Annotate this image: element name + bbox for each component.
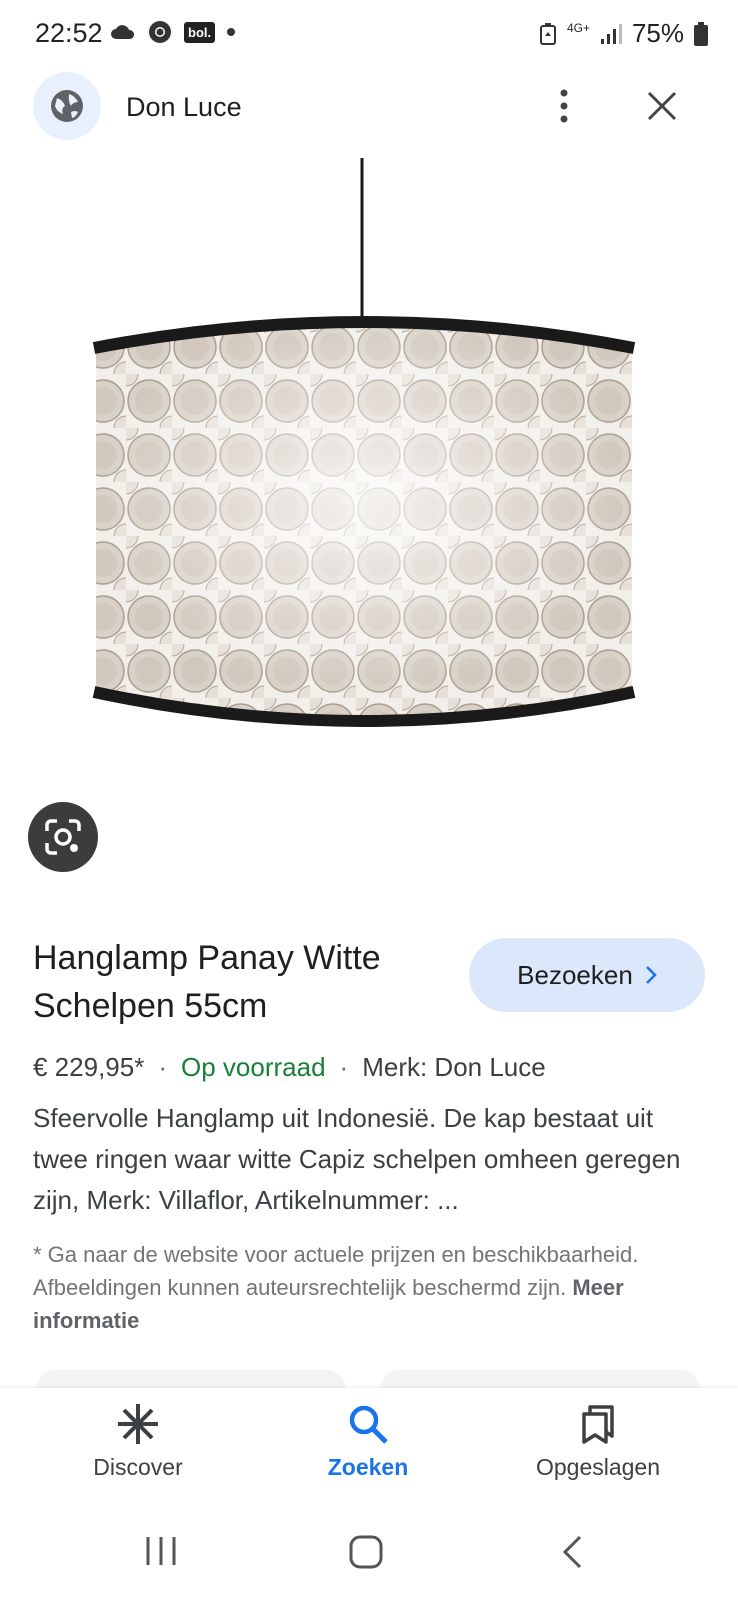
home-button[interactable]: [348, 1534, 384, 1570]
disclaimer-text: * Ga naar de website voor actuele prijze…: [33, 1242, 639, 1300]
product-meta: € 229,95* · Op voorraad · Merk: Don Luce: [33, 1052, 546, 1083]
chrome-icon: [149, 21, 171, 43]
stock-status: Op voorraad: [181, 1052, 326, 1082]
product-description: Sfeervolle Hanglamp uit Indonesië. De ka…: [33, 1103, 681, 1215]
network-type: 4G+: [566, 21, 590, 35]
status-right: 4G+ 75%: [539, 18, 708, 49]
nav-search[interactable]: Zoeken: [268, 1402, 468, 1481]
product-image[interactable]: [80, 158, 660, 738]
lens-icon: [45, 819, 81, 855]
battery-icon: [694, 21, 708, 46]
status-bar: 22:52 bol. 4G+ 75%: [0, 0, 738, 70]
nav-saved[interactable]: Opgeslagen: [498, 1402, 698, 1481]
nav-label: Zoeken: [327, 1454, 409, 1480]
chevron-right-icon: [645, 966, 657, 984]
bol-icon: bol.: [184, 21, 216, 43]
close-icon: [647, 91, 677, 121]
bottom-nav: Discover Zoeken Opgeslagen: [0, 1388, 738, 1506]
header: Don Luce: [0, 72, 738, 144]
separator-dot: ·: [158, 1052, 167, 1082]
lens-button[interactable]: [28, 802, 98, 872]
visit-button-label: Bezoeken: [517, 959, 633, 990]
more-vert-icon: [560, 89, 568, 123]
disclaimer: * Ga naar de website voor actuele prijze…: [33, 1238, 713, 1337]
close-button[interactable]: [638, 82, 686, 130]
separator-dot: ·: [339, 1052, 349, 1082]
recent-apps-button[interactable]: [144, 1534, 178, 1568]
notification-icons: bol.: [110, 20, 236, 44]
cloud-icon: [111, 25, 135, 39]
asterisk-icon: [118, 1404, 158, 1444]
nav-label: Discover: [93, 1454, 183, 1480]
system-nav-bar: [0, 1506, 738, 1600]
status-time: 22:52: [35, 18, 103, 48]
back-button[interactable]: [560, 1534, 586, 1570]
more-options-button[interactable]: [540, 82, 588, 130]
bookmarks-icon: [582, 1405, 614, 1444]
product-title: Hanglamp Panay Witte Schelpen 55cm: [33, 939, 381, 1025]
site-name: Don Luce: [126, 92, 242, 122]
battery-percent: 75%: [631, 18, 684, 48]
dot-icon: [227, 28, 236, 36]
globe-icon: [51, 90, 83, 122]
nav-discover[interactable]: Discover: [38, 1402, 238, 1481]
site-favicon: [33, 72, 101, 140]
nav-label: Opgeslagen: [535, 1454, 661, 1480]
battery-saver-icon: [539, 22, 556, 45]
visit-button[interactable]: Bezoeken: [469, 938, 705, 1012]
signal-icon: [600, 23, 622, 44]
product-price: € 229,95*: [33, 1052, 145, 1082]
product-brand: Merk: Don Luce: [362, 1052, 546, 1082]
search-icon: [349, 1405, 388, 1444]
